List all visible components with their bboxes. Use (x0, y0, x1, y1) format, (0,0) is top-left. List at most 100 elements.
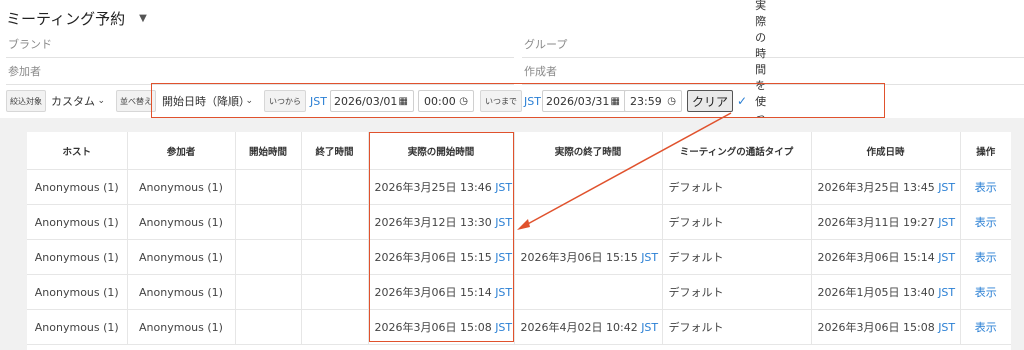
title-dropdown-icon[interactable]: ▼ (139, 13, 147, 24)
actual-end-cell: 2026年3月06日 15:15 JST (514, 239, 663, 275)
actual-start-value: 2026年3月06日 15:08 (374, 321, 492, 334)
actual-time-checkbox[interactable]: ✓ 実際の時間を使って絞り込む (737, 0, 766, 204)
view-link[interactable]: 表示 (975, 181, 997, 194)
end-cell (301, 309, 369, 345)
column-header[interactable]: ミーティングの通話タイプ (662, 132, 812, 170)
from-date-input[interactable]: 2026/03/01 ▦ (330, 90, 414, 112)
timezone-label: JST (938, 181, 956, 194)
action-cell: 表示 (960, 274, 1011, 310)
column-header[interactable]: 実際の開始時間 (368, 132, 515, 170)
from-date-value: 2026/03/01 (334, 94, 398, 108)
host-cell: Anonymous (1) (27, 274, 128, 310)
table-row: Anonymous (1) Anonymous (1) 2026年3月12日 1… (27, 204, 1011, 240)
participant-cell: Anonymous (1) (127, 239, 236, 275)
view-link[interactable]: 表示 (975, 286, 997, 299)
host-cell: Anonymous (1) (27, 204, 128, 240)
action-cell: 表示 (960, 309, 1011, 345)
calendar-icon[interactable]: ▦ (611, 96, 620, 107)
check-icon[interactable]: ✓ (737, 94, 747, 108)
timezone-label: JST (495, 216, 513, 229)
to-timezone: JST (524, 94, 541, 108)
filter-target-select[interactable]: カスタム ⌄ (48, 90, 110, 112)
meetings-table-panel: ホスト 参加者 開始時間 終了時間 実際の開始時間 実際の終了時間 ミーティング… (27, 132, 1011, 350)
table-row: Anonymous (1) Anonymous (1) 2026年3月06日 1… (27, 309, 1011, 345)
sort-tag: 並べ替え (116, 90, 156, 112)
actual-start-value: 2026年3月25日 13:46 (374, 181, 492, 194)
page-header: ミーティング予約 ▼ (6, 6, 147, 30)
participant-field[interactable]: 参加者 (6, 61, 514, 85)
created-cell: 2026年3月06日 15:08 JST (811, 309, 961, 345)
actual-start-value: 2026年3月06日 15:14 (374, 286, 492, 299)
actual-start-cell: 2026年3月12日 13:30 JST (368, 204, 515, 240)
created-cell: 2026年3月06日 15:14 JST (811, 239, 961, 275)
column-header: 操作 (960, 132, 1011, 170)
column-header[interactable]: 終了時間 (301, 132, 369, 170)
sort-value: 開始日時（降順） (162, 95, 250, 108)
view-link[interactable]: 表示 (975, 216, 997, 229)
group-field[interactable]: グループ (522, 34, 1024, 58)
host-cell: Anonymous (1) (27, 239, 128, 275)
created-value: 2026年3月11日 19:27 (817, 216, 935, 229)
end-cell (301, 169, 369, 205)
start-cell (235, 309, 302, 345)
timezone-label: JST (495, 321, 513, 334)
to-time-input[interactable]: 23:59 ◷ (624, 90, 682, 112)
view-link[interactable]: 表示 (975, 251, 997, 264)
creator-placeholder: 作成者 (524, 65, 557, 78)
participant-cell: Anonymous (1) (127, 169, 236, 205)
created-cell: 2026年3月25日 13:45 JST (811, 169, 961, 205)
column-header[interactable]: 実際の終了時間 (514, 132, 663, 170)
created-value: 2026年3月25日 13:45 (817, 181, 935, 194)
participant-cell: Anonymous (1) (127, 274, 236, 310)
table-row: Anonymous (1) Anonymous (1) 2026年3月25日 1… (27, 169, 1011, 205)
participant-placeholder: 参加者 (8, 65, 41, 78)
column-header[interactable]: 参加者 (127, 132, 236, 170)
call-type-cell: デフォルト (662, 204, 812, 240)
to-date-input[interactable]: 2026/03/31 ▦ (542, 90, 626, 112)
column-header[interactable]: 作成日時 (811, 132, 961, 170)
timezone-label: JST (938, 216, 956, 229)
actual-end-cell: 2026年4月02日 10:42 JST (514, 309, 663, 345)
host-cell: Anonymous (1) (27, 169, 128, 205)
participant-cell: Anonymous (1) (127, 309, 236, 345)
from-time-input[interactable]: 00:00 ◷ (418, 90, 474, 112)
calendar-icon[interactable]: ▦ (399, 96, 408, 107)
table-row: Anonymous (1) Anonymous (1) 2026年3月06日 1… (27, 274, 1011, 310)
view-link[interactable]: 表示 (975, 321, 997, 334)
timezone-label: JST (495, 181, 513, 194)
call-type-cell: デフォルト (662, 169, 812, 205)
group-placeholder: グループ (524, 38, 568, 51)
actual-end-value: 2026年4月02日 10:42 (520, 321, 638, 334)
meetings-table: ホスト 参加者 開始時間 終了時間 実際の開始時間 実際の終了時間 ミーティング… (27, 132, 1011, 345)
call-type-cell: デフォルト (662, 309, 812, 345)
table-row: Anonymous (1) Anonymous (1) 2026年3月06日 1… (27, 239, 1011, 275)
filter-target-tag: 絞込対象 (6, 90, 46, 112)
end-cell (301, 274, 369, 310)
column-header[interactable]: 開始時間 (235, 132, 302, 170)
brand-field[interactable]: ブランド (6, 34, 514, 58)
actual-start-cell: 2026年3月06日 15:14 JST (368, 274, 515, 310)
actual-start-value: 2026年3月12日 13:30 (374, 216, 492, 229)
actual-start-cell: 2026年3月06日 15:15 JST (368, 239, 515, 275)
actual-end-value: 2026年3月06日 15:15 (520, 251, 638, 264)
clock-icon[interactable]: ◷ (667, 96, 676, 107)
actual-start-value: 2026年3月06日 15:15 (374, 251, 492, 264)
timezone-label: JST (938, 251, 956, 264)
creator-field[interactable]: 作成者 (522, 61, 1024, 85)
clear-button[interactable]: クリア (687, 90, 733, 112)
timezone-label: JST (938, 286, 956, 299)
sort-select[interactable]: 開始日時（降順） ⌄ (158, 90, 258, 112)
action-cell: 表示 (960, 204, 1011, 240)
created-cell: 2026年1月05日 13:40 JST (811, 274, 961, 310)
brand-placeholder: ブランド (8, 38, 52, 51)
column-header[interactable]: ホスト (27, 132, 128, 170)
start-cell (235, 204, 302, 240)
start-cell (235, 274, 302, 310)
to-tag: いつまで (480, 90, 522, 112)
timezone-label: JST (641, 321, 659, 334)
to-date-value: 2026/03/31 (546, 94, 610, 108)
actual-end-cell (514, 204, 663, 240)
timezone-label: JST (641, 251, 659, 264)
clock-icon[interactable]: ◷ (459, 96, 468, 107)
end-cell (301, 239, 369, 275)
